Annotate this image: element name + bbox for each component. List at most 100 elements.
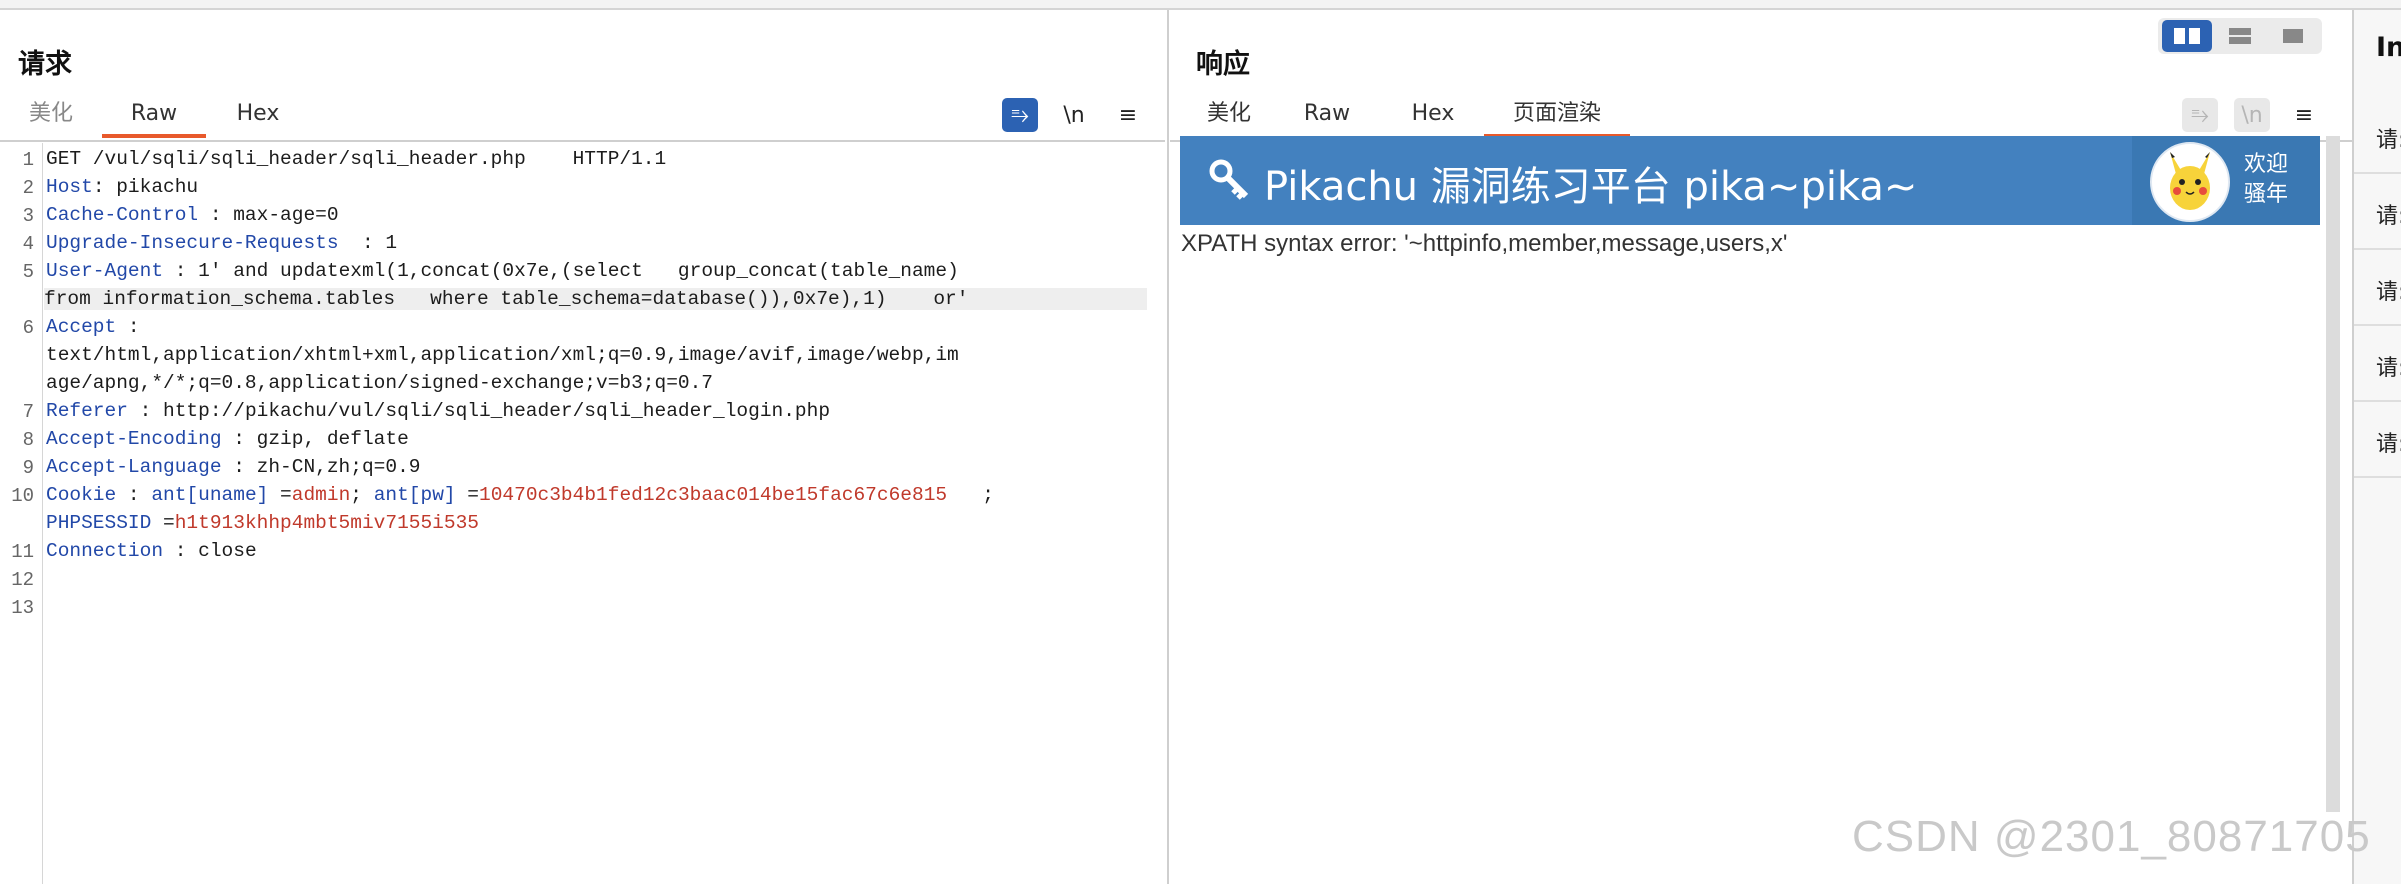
request-tab-divider — [0, 140, 1165, 142]
inspector-row-label: 请: — [2376, 432, 2401, 457]
header-sep: : — [163, 540, 199, 562]
header-line: Host: pikachu — [46, 176, 198, 198]
line-number: 9 — [22, 457, 34, 479]
request-menu-icon[interactable]: ≡ — [1110, 98, 1146, 132]
watermark: CSDN @2301_80871705 — [1852, 812, 2371, 861]
request-panel: 请求 美化 Raw Hex ⥱ \n ≡ 1 2 3 4 5 6 7 8 9 1… — [0, 10, 1169, 884]
cookie-sep: = — [151, 512, 175, 534]
line-number: 3 — [22, 205, 34, 227]
header-key: Host — [46, 176, 93, 198]
inspector-title: In — [2376, 32, 2401, 63]
header-line: User-Agent : 1' and updatexml(1,concat(0… — [46, 260, 959, 282]
inspector-row[interactable]: 请: — [2354, 250, 2401, 326]
site-title: Pikachu 漏洞练习平台 pika~pika~ — [1264, 164, 1918, 210]
header-key: Accept-Language — [46, 456, 222, 478]
request-line: GET /vul/sqli/sqli_header/sqli_header.ph… — [46, 148, 667, 170]
line-number: 12 — [11, 569, 34, 591]
tab-pretty[interactable]: 美化 — [26, 94, 76, 134]
request-editor[interactable]: 1 2 3 4 5 6 7 8 9 10 11 12 13 GET /vul/s… — [0, 143, 1165, 884]
split-vertical-icon[interactable] — [2215, 20, 2265, 52]
inspector-panel: In 请: 请: 请: 请: 请: — [2354, 10, 2401, 884]
header-sep: : — [221, 456, 257, 478]
welcome-text: 欢迎 骚年 — [2244, 150, 2308, 210]
header-value: gzip, deflate — [256, 428, 409, 450]
inspector-row-label: 请: — [2376, 128, 2401, 153]
header-sep: : — [221, 428, 257, 450]
header-sep: : — [92, 176, 117, 198]
inspector-row-label: 请: — [2376, 356, 2401, 381]
header-key: Cache-Control — [46, 204, 199, 226]
newline-toggle-icon[interactable]: \n — [2234, 98, 2270, 132]
header-value: zh-CN,zh;q=0.9 — [256, 456, 421, 478]
header-line: Connection : close — [46, 540, 257, 562]
wrap-lines-icon[interactable]: ⥱ — [2182, 98, 2218, 132]
tab-pretty[interactable]: 美化 — [1204, 94, 1254, 134]
header-key: Referer — [46, 400, 128, 422]
header-value: max-age=0 — [233, 204, 339, 226]
inspector-row[interactable]: 请: — [2354, 326, 2401, 402]
xpath-error-message: XPATH syntax error: '~httpinfo,member,me… — [1181, 230, 1788, 257]
request-title: 请求 — [18, 49, 72, 80]
header-key: User-Agent — [46, 260, 164, 282]
header-line: Accept-Language : zh-CN,zh;q=0.9 — [46, 456, 420, 478]
line-number: 13 — [11, 597, 34, 619]
tab-raw[interactable]: Raw — [102, 94, 206, 138]
line-number: 7 — [22, 401, 34, 423]
pikachu-avatar — [2150, 142, 2230, 222]
header-line: Accept-Encoding : gzip, deflate — [46, 428, 409, 450]
tab-raw[interactable]: Raw — [1302, 94, 1352, 134]
cookie-value: h1t913khhp4mbt5miv7155i535 — [174, 512, 479, 534]
line-number: 6 — [22, 317, 34, 339]
cookie-line: Cookie : ant[uname] =admin; ant[pw] =104… — [46, 484, 994, 506]
header-continuation: age/apng,*/*;q=0.8,application/signed-ex… — [46, 372, 714, 394]
header-line: Cache-Control : max-age=0 — [46, 204, 339, 226]
header-sep: : — [116, 316, 140, 338]
line-number: 8 — [22, 429, 34, 451]
line-number: 5 — [22, 261, 34, 283]
line-number: 4 — [22, 233, 34, 255]
cookie-continuation: PHPSESSID =h1t913khhp4mbt5miv7155i535 — [46, 512, 479, 534]
user-area: 欢迎 骚年 — [2132, 136, 2320, 225]
top-border — [0, 0, 2401, 10]
header-sep: : — [338, 232, 386, 254]
inspector-row[interactable]: 请: — [2354, 98, 2401, 174]
line-number: 10 — [11, 485, 34, 507]
header-sep: : — [163, 260, 199, 282]
response-menu-icon[interactable]: ≡ — [2286, 98, 2322, 132]
inspector-row[interactable]: 请: — [2354, 174, 2401, 250]
tab-render[interactable]: 页面渲染 — [1484, 94, 1630, 138]
tab-hex[interactable]: Hex — [228, 94, 288, 134]
inspector-row-label: 请: — [2376, 280, 2401, 305]
tab-hex[interactable]: Hex — [1408, 94, 1458, 134]
welcome-line: 欢迎 — [2244, 152, 2289, 177]
response-title: 响应 — [1196, 49, 1250, 80]
line-number: 2 — [22, 177, 34, 199]
cookie-key: PHPSESSID — [46, 512, 152, 534]
header-value: http://pikachu/vul/sqli/sqli_header/sqli… — [163, 400, 831, 422]
welcome-line: 骚年 — [2244, 182, 2289, 207]
line-number-gutter: 1 2 3 4 5 6 7 8 9 10 11 12 13 — [0, 143, 43, 884]
line-number: 1 — [22, 149, 34, 171]
cookie-key: ant[pw] — [373, 484, 456, 506]
header-key: Connection — [46, 540, 164, 562]
wrap-lines-icon[interactable]: ⥱ — [1002, 98, 1038, 132]
inspector-row-label: 请: — [2376, 204, 2401, 229]
cookie-terminator: ; — [982, 484, 994, 506]
header-continuation: text/html,application/xhtml+xml,applicat… — [46, 344, 959, 366]
inspector-row[interactable]: 请: — [2354, 402, 2401, 478]
header-value: close — [198, 540, 257, 562]
header-continuation-highlighted: from information_schema.tables where tab… — [44, 288, 1147, 310]
newline-toggle-icon[interactable]: \n — [1056, 98, 1092, 132]
tabbed-layout-icon[interactable] — [2268, 20, 2318, 52]
line-number: 11 — [11, 541, 34, 563]
response-scrollbar[interactable] — [2326, 136, 2340, 812]
header-key: Accept-Encoding — [46, 428, 222, 450]
layout-switcher — [2158, 18, 2322, 54]
header-sep: : — [116, 484, 152, 506]
header-key: Accept — [46, 316, 117, 338]
cookie-key: ant[uname] — [151, 484, 269, 506]
header-line: Referer : http://pikachu/vul/sqli/sqli_h… — [46, 400, 830, 422]
site-banner: Pikachu 漏洞练习平台 pika~pika~ 欢迎 骚年 — [1180, 136, 2320, 225]
cookie-value: admin — [291, 484, 351, 506]
split-horizontal-icon[interactable] — [2162, 20, 2212, 52]
